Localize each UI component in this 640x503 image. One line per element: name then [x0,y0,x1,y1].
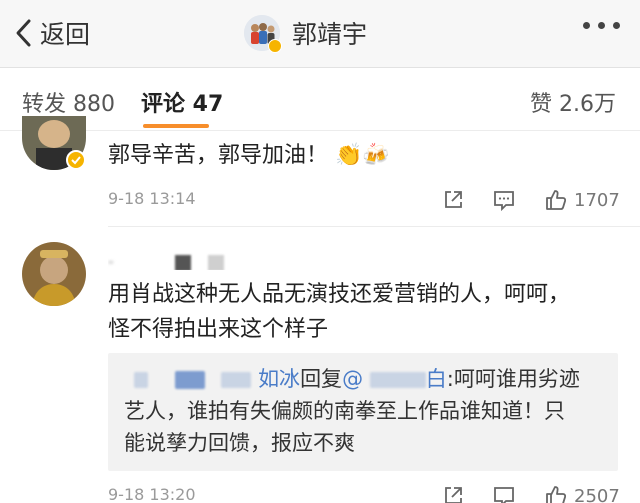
comment-text: 用肖战这种无人品无演技还爱营销的人，呵呵， 怪不得拍出来这个样子 [108,282,571,342]
comment-meta: 9-18 13:14 1707 [108,185,620,217]
comment-username[interactable]: - [108,252,278,270]
mention-link[interactable]: @ [342,367,363,391]
dot-icon [583,22,590,29]
dot-icon [598,22,605,29]
more-menu-button[interactable] [583,22,620,29]
clap-emoji-icon: 👏 [335,143,363,168]
thumbs-up-icon [546,486,567,503]
reply-box[interactable]: 如冰回复@ 白:呵呵谁用劣迹 艺人，谁拍有失偏颇的南拳至上作品谁知道！只 能说孳… [108,353,618,471]
avatar[interactable] [22,242,86,306]
share-icon [445,191,462,208]
comment-time: 9-18 13:20 [108,485,196,503]
beer-emoji-icon: 🍻 [362,143,390,168]
comment-time: 9-18 13:14 [108,189,196,208]
reply-text: 如冰回复@ 白:呵呵谁用劣迹 艺人，谁拍有失偏颇的南拳至上作品谁知道！只 能说孳… [124,367,580,455]
comment-icon [494,191,514,212]
thumbs-up-icon [546,190,567,210]
redacted-name [369,372,426,388]
comment-button[interactable] [492,481,516,503]
share-button[interactable] [441,481,465,503]
chevron-left-icon [16,19,31,47]
top-nav-bar: 返回 郭靖宇 [0,0,640,68]
comment-text: 郭导辛苦，郭导加油！ 👏🍻 [108,143,390,168]
comment-icon [494,487,514,503]
share-icon [445,487,462,503]
reply-author-link[interactable]: 如冰 [258,367,300,391]
like-count: 2507 [574,485,620,503]
redacted-block [174,254,191,270]
redacted-name [174,371,205,389]
share-button[interactable] [441,185,465,215]
username-text: - [108,252,114,270]
tab-like[interactable]: 赞 2.6万 [530,86,616,118]
back-button[interactable]: 返回 [14,14,90,52]
redacted-name [221,372,252,388]
dot-icon [613,22,620,29]
comment-button[interactable] [492,185,516,215]
like-button[interactable]: 1707 [544,185,620,215]
back-label: 返回 [40,20,91,49]
active-tab-indicator [143,124,209,128]
verified-badge-icon [268,39,282,53]
tab-comment[interactable]: 评论 47 [141,86,223,118]
divider [108,226,640,227]
like-button[interactable]: 2507 [544,481,620,503]
verified-badge-icon [66,150,86,170]
tab-repost[interactable]: 转发 880 [22,86,115,118]
profile-title[interactable]: 郭靖宇 [244,13,367,53]
comment-meta: 9-18 13:20 2507 [108,481,620,503]
page-title: 郭靖宇 [292,20,368,49]
avatar[interactable] [244,15,282,53]
mention-link-tail[interactable]: 白 [426,367,447,391]
tab-bar: 转发 880 评论 47 赞 2.6万 [0,69,640,131]
redacted-name [134,372,148,388]
redacted-block [207,254,224,270]
like-count: 1707 [574,189,620,211]
user-photo-icon [22,242,86,306]
